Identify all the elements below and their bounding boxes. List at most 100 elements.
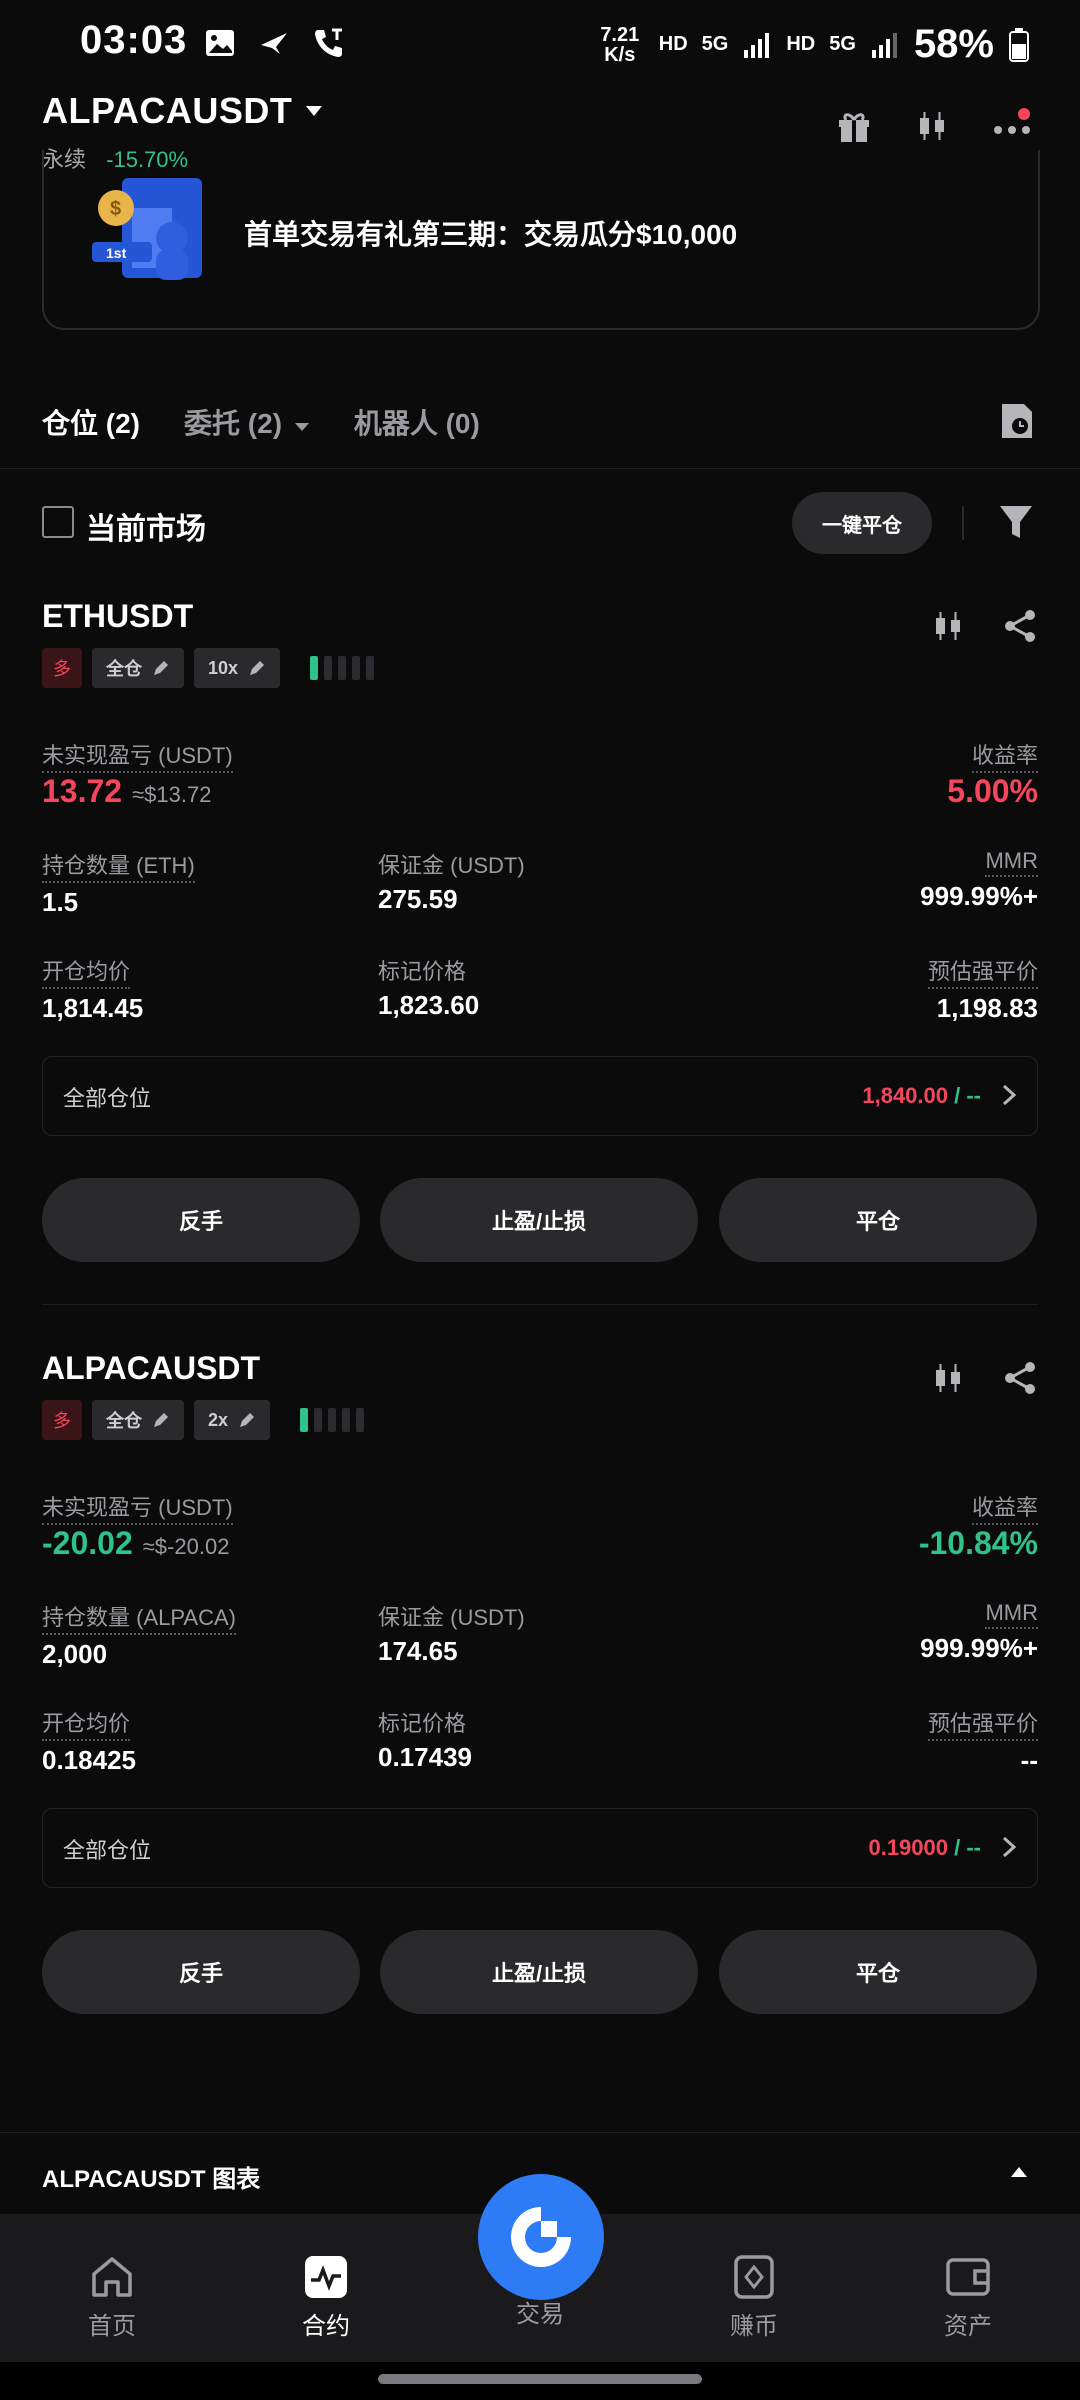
tpsl-button[interactable]: 止盈/止损 <box>380 1178 698 1262</box>
upnl-usd: ≈$13.72 <box>132 782 212 807</box>
margin-label: 保证金 (USDT) <box>378 1605 525 1630</box>
margin-mode-tag[interactable]: 全仓 <box>92 648 184 688</box>
side-badge: 多 <box>42 648 82 688</box>
roe-block: 收益率 -10.84% <box>919 1490 1038 1562</box>
earn-icon <box>734 2255 774 2299</box>
header-actions <box>836 108 1032 144</box>
close-position-button[interactable]: 平仓 <box>719 1930 1037 2014</box>
gallery-icon <box>206 30 234 56</box>
history-icon[interactable] <box>1000 402 1034 440</box>
liq-label: 预估强平价 <box>927 954 1038 989</box>
leverage-tag[interactable]: 2x <box>194 1400 271 1440</box>
edit-icon <box>250 661 265 675</box>
hd-badge-2: HD <box>786 33 816 55</box>
nav-home-label: 首页 <box>88 2313 136 2340</box>
nav-assets-label: 资产 <box>944 2313 992 2340</box>
share-icon[interactable] <box>1002 1360 1038 1396</box>
mark-block: 标记价格 0.17439 <box>378 1706 472 1773</box>
entry-label: 开仓均价 <box>42 954 131 989</box>
position-tags: 多 全仓 2x <box>42 1400 365 1440</box>
upnl-label: 未实现盈亏 (USDT) <box>42 738 233 773</box>
mark-label: 标记价格 <box>378 959 467 984</box>
tab-bots[interactable]: 机器人 (0) <box>354 402 480 442</box>
nav-home[interactable]: 首页 <box>32 2254 192 2341</box>
upnl-block: 未实现盈亏 (USDT) -20.02 ≈$-20.02 <box>42 1490 233 1562</box>
home-indicator[interactable] <box>378 2374 702 2384</box>
margin-mode-tag[interactable]: 全仓 <box>92 1400 184 1440</box>
trade-fab[interactable] <box>478 2174 604 2300</box>
battery-percent: 58% <box>913 22 994 66</box>
candlestick-icon[interactable] <box>930 608 966 644</box>
liq-value: 1,198.83 <box>936 993 1038 1023</box>
hd-badge-1: HD <box>658 33 688 55</box>
promo-banner[interactable]: $ 1st 首单交易有礼第三期：交易瓜分$10,000 <box>42 150 1040 330</box>
svg-text:$: $ <box>110 198 121 220</box>
entry-value: 0.18425 <box>42 1745 136 1775</box>
all-positions-value: 0.19000 / -- <box>868 1835 981 1861</box>
current-market-checkbox[interactable] <box>42 506 74 538</box>
upnl-label: 未实现盈亏 (USDT) <box>42 1490 233 1525</box>
upnl-value: 13.72 <box>42 773 123 809</box>
tpsl-button[interactable]: 止盈/止损 <box>380 1930 698 2014</box>
nav-futures[interactable]: 合约 <box>246 2254 406 2341</box>
candlestick-icon[interactable] <box>914 108 950 144</box>
position-tags: 多 全仓 10x <box>42 648 375 688</box>
promo-trophy-icon: $ 1st <box>92 178 202 280</box>
status-bar: 03:03 7.21 K/s HD 5G HD 5G 58% <box>0 0 1080 92</box>
leverage-tag[interactable]: 10x <box>194 648 281 688</box>
filter-row: 当前市场 一键平仓 <box>42 492 1038 566</box>
caret-down-icon <box>294 423 309 431</box>
mmr-value: 999.99%+ <box>920 881 1038 911</box>
position-card: ALPACAUSDT 多 全仓 2x 未实现盈亏 (USDT) -20.02 ≈$… <box>42 1350 1038 2030</box>
position-symbol[interactable]: ALPACAUSDT <box>42 1350 1038 1387</box>
tab-orders-label: 委托 (2) <box>184 408 283 439</box>
edit-icon <box>154 1413 168 1427</box>
nav-assets[interactable]: 资产 <box>888 2254 1048 2341</box>
liq-value: -- <box>1020 1745 1038 1775</box>
size-label: 持仓数量 (ETH) <box>42 848 195 883</box>
edit-icon <box>240 1413 255 1427</box>
edit-icon <box>154 661 168 675</box>
size-label: 持仓数量 (ALPACA) <box>42 1600 236 1635</box>
phone-call-icon <box>315 28 342 57</box>
signal-icon-2 <box>871 32 897 58</box>
nav-earn[interactable]: 赚币 <box>674 2254 834 2341</box>
position-tabs: 仓位 (2) 委托 (2) 机器人 (0) <box>42 402 480 442</box>
gift-icon[interactable] <box>836 108 872 144</box>
roe-value: -10.84% <box>918 1525 1038 1561</box>
size-block: 持仓数量 (ALPACA) 2,000 <box>42 1600 236 1670</box>
reverse-button[interactable]: 反手 <box>42 1178 360 1262</box>
promo-text: 首单交易有礼第三期：交易瓜分$10,000 <box>244 219 738 250</box>
reverse-button[interactable]: 反手 <box>42 1930 360 2014</box>
close-all-button[interactable]: 一键平仓 <box>792 492 932 554</box>
all-positions-row[interactable]: 全部仓位 0.19000 / -- <box>42 1808 1038 1888</box>
position-divider <box>42 1304 1038 1305</box>
nav-trade-label: 交易 <box>516 2301 564 2328</box>
chart-bar-label: ALPACAUSDT 图表 <box>42 2166 261 2193</box>
tab-orders[interactable]: 委托 (2) <box>184 402 310 442</box>
upnl-block: 未实现盈亏 (USDT) 13.72 ≈$13.72 <box>42 738 233 810</box>
net-speed: 7.21 K/s <box>600 23 640 66</box>
signal-icon <box>744 32 770 58</box>
close-position-button[interactable]: 平仓 <box>719 1178 1037 1262</box>
all-positions-value: 1,840.00 / -- <box>862 1083 981 1109</box>
entry-value: 1,814.45 <box>42 993 144 1023</box>
margin-block: 保证金 (USDT) 275.59 <box>378 848 525 915</box>
more-icon[interactable] <box>992 108 1032 144</box>
caret-down-icon <box>306 106 323 116</box>
share-icon[interactable] <box>1002 608 1038 644</box>
all-positions-row[interactable]: 全部仓位 1,840.00 / -- <box>42 1056 1038 1136</box>
nav-earn-label: 赚币 <box>730 2313 778 2340</box>
position-card: ETHUSDT 多 全仓 10x 未实现盈亏 (USDT) 13.72 ≈$13.… <box>42 598 1038 1278</box>
mmr-block: MMR 999.99%+ <box>920 1600 1038 1664</box>
position-symbol[interactable]: ETHUSDT <box>42 598 1038 635</box>
margin-mode-label: 全仓 <box>106 1411 142 1431</box>
svg-text:1st: 1st <box>106 245 127 261</box>
network-badge-1: 5G <box>701 33 729 55</box>
tab-positions[interactable]: 仓位 (2) <box>42 402 140 442</box>
all-positions-suffix: / -- <box>948 1083 981 1108</box>
candlestick-icon[interactable] <box>930 1360 966 1396</box>
filter-icon[interactable] <box>998 504 1034 540</box>
size-block: 持仓数量 (ETH) 1.5 <box>42 848 195 918</box>
all-positions-label: 全部仓位 <box>63 1086 152 1111</box>
